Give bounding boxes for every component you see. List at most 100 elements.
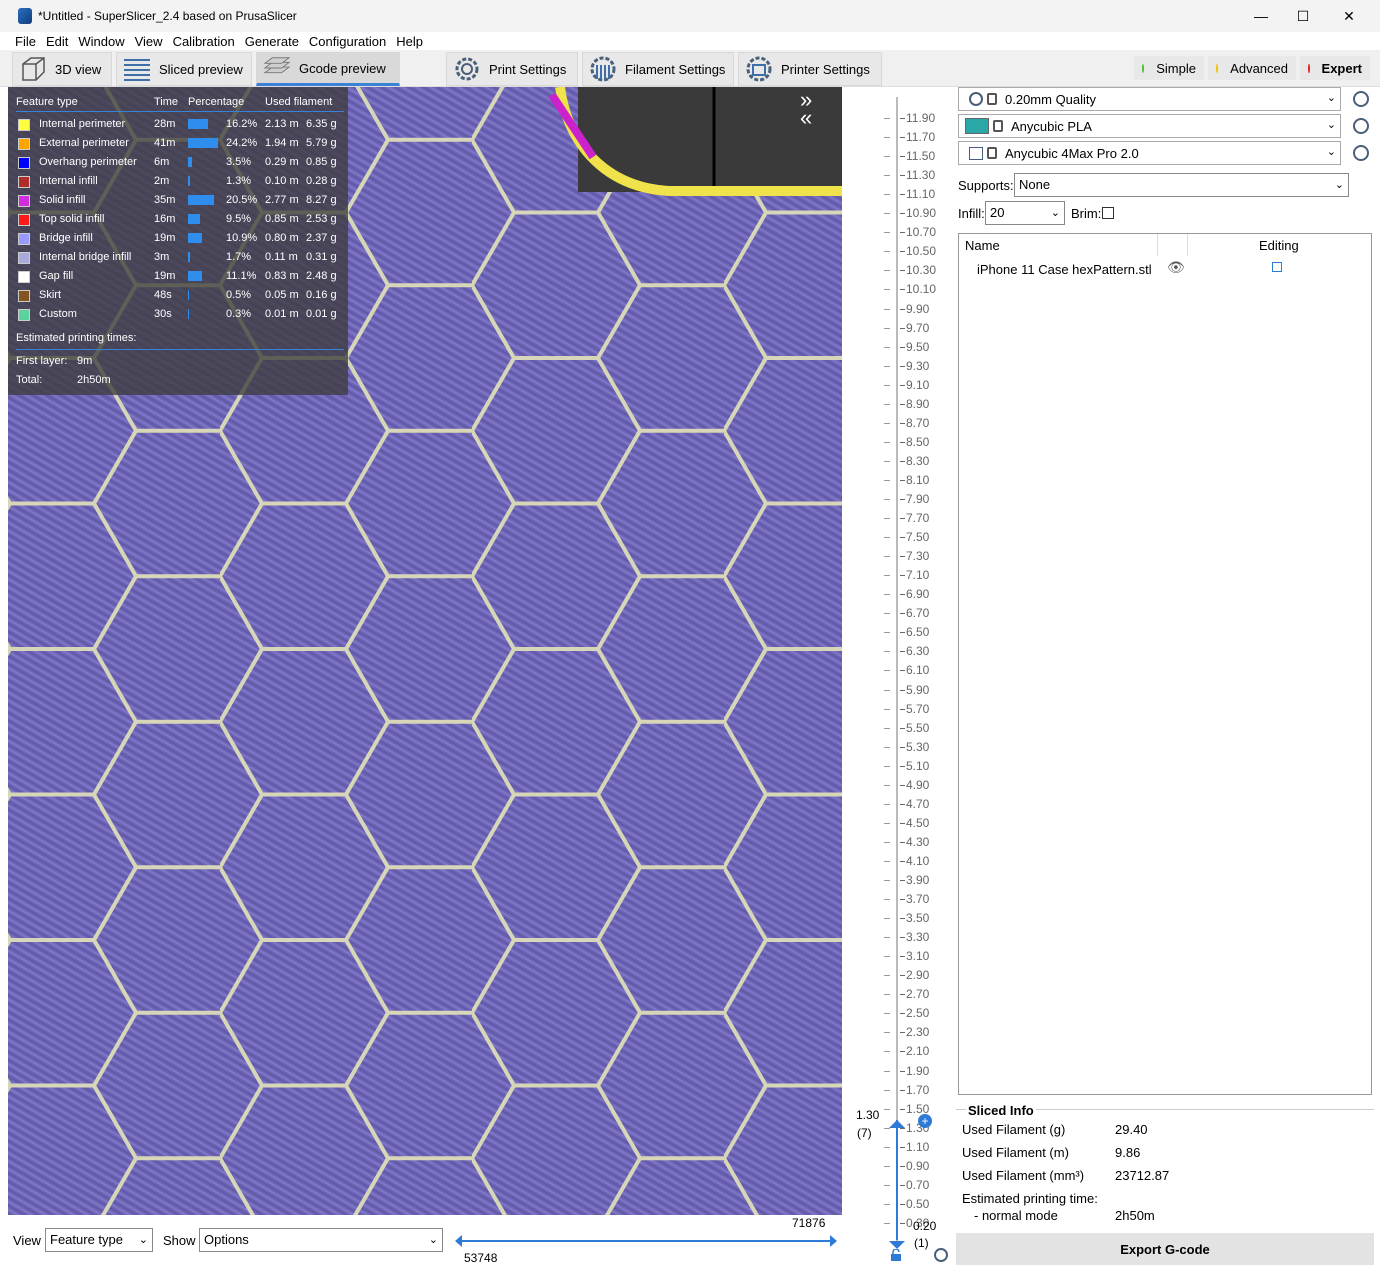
layer-tick (884, 423, 890, 424)
legend-row[interactable]: Internal bridge infill 3m 1.7% 0.11 m 0.31 g (16, 249, 346, 268)
legend-feature-name: Internal infill (39, 175, 98, 187)
infill-select[interactable]: 20 ⌄ (985, 201, 1065, 225)
layer-tick-mark (900, 1223, 905, 1224)
show-options-select[interactable]: Options ⌄ (199, 1228, 443, 1252)
tab-printer-settings[interactable]: Printer Settings (738, 52, 882, 86)
export-gcode-label: Export G-code (1120, 1241, 1210, 1257)
add-color-change-icon[interactable]: + (918, 1114, 932, 1128)
mode-advanced-button[interactable]: Advanced (1208, 56, 1296, 80)
layer-tick (884, 480, 890, 481)
tab-filament-settings[interactable]: Filament Settings (582, 52, 734, 86)
ruler-settings-gear-icon[interactable] (934, 1248, 948, 1262)
chevron-down-icon: ⌄ (1326, 119, 1336, 131)
lower-thumb[interactable] (889, 1237, 905, 1249)
legend-header: Feature type Time Percentage Used filame… (16, 96, 342, 108)
legend-row[interactable]: Internal infill 2m 1.3% 0.10 m 0.28 g (16, 173, 346, 192)
upper-thumb[interactable] (889, 1116, 905, 1128)
layer-tick-mark (900, 1147, 905, 1148)
legend-row[interactable]: Custom 30s 0.3% 0.01 m 0.01 g (16, 306, 346, 325)
layer-tick (884, 1128, 890, 1129)
filament-preset-select[interactable]: Anycubic PLA ⌄ (958, 114, 1341, 138)
legend-row[interactable]: Gap fill 19m 11.1% 0.83 m 2.48 g (16, 268, 346, 287)
filament-preset-settings-icon[interactable] (1353, 118, 1369, 134)
horizontal-move-slider[interactable] (454, 1231, 838, 1251)
layer-tick-mark (900, 1128, 905, 1129)
layer-height-label: 8.90 (906, 397, 930, 411)
filament-color-swatch[interactable] (965, 118, 989, 134)
maximize-icon[interactable]: ☐ (1280, 0, 1326, 32)
layer-tick-mark (900, 956, 905, 957)
tab-print-settings[interactable]: Print Settings (446, 52, 578, 86)
layer-height-label: 4.50 (906, 816, 930, 830)
print-preset-select[interactable]: 0.20mm Quality ⌄ (958, 87, 1341, 111)
edit-icon[interactable] (1272, 262, 1282, 272)
legend-meters: 0.11 m (265, 251, 298, 263)
legend-row[interactable]: Top solid infill 16m 9.5% 0.85 m 2.53 g (16, 211, 346, 230)
tab-gcode-preview[interactable]: Gcode preview (256, 52, 400, 86)
normal-mode-label: - normal mode (974, 1208, 1058, 1223)
legend-grams: 2.53 g (306, 213, 337, 225)
legend-row[interactable]: Bridge infill 19m 10.9% 0.80 m 2.37 g (16, 230, 346, 249)
collapse-sidebar-button[interactable]: » « (792, 87, 842, 137)
lock-icon (987, 93, 997, 105)
filament-spool-icon (589, 55, 617, 83)
layer-tick (884, 232, 890, 233)
menu-calibration[interactable]: Calibration (168, 34, 240, 49)
tab-printer-settings-label: Printer Settings (781, 61, 870, 77)
legend-row[interactable]: Solid infill 35m 20.5% 2.77 m 8.27 g (16, 192, 346, 211)
layer-tick (884, 785, 890, 786)
supports-select[interactable]: None ⌄ (1014, 173, 1349, 197)
move-slider-lower-value: 53748 (464, 1251, 498, 1265)
layer-height-label: 10.70 (906, 225, 937, 239)
layer-tick-mark (900, 899, 905, 900)
legend-swatch (18, 271, 30, 283)
menu-view[interactable]: View (130, 34, 168, 49)
lock-icon[interactable] (890, 1248, 902, 1261)
layer-tick (884, 956, 890, 957)
layer-tick (884, 632, 890, 633)
tab-3d-view[interactable]: 3D view (12, 52, 112, 86)
legend-swatch (18, 233, 30, 245)
mode-simple-button[interactable]: Simple (1134, 56, 1204, 80)
layer-tick (884, 194, 890, 195)
printer-preset-settings-icon[interactable] (1353, 145, 1369, 161)
legend-row[interactable]: Overhang perimeter 6m 3.5% 0.29 m 0.85 g (16, 154, 346, 173)
legend-meters: 0.10 m (265, 175, 299, 187)
chevron-down-icon: ⌄ (1326, 146, 1336, 158)
layer-tick (884, 670, 890, 671)
layer-tick-mark (900, 728, 905, 729)
tab-sliced-preview[interactable]: Sliced preview (116, 52, 252, 86)
minimize-icon[interactable]: — (1238, 0, 1284, 32)
layers-icon (123, 55, 151, 83)
layer-tick-mark (900, 747, 905, 748)
layer-tick-mark (900, 270, 905, 271)
layer-tick-mark (900, 1204, 905, 1205)
menu-window[interactable]: Window (73, 34, 129, 49)
layer-tick-mark (900, 442, 905, 443)
view-type-select[interactable]: Feature type ⌄ (45, 1228, 153, 1252)
printer-preset-select[interactable]: Anycubic 4Max Pro 2.0 ⌄ (958, 141, 1341, 165)
legend-row[interactable]: Skirt 48s 0.5% 0.05 m 0.16 g (16, 287, 346, 306)
tab-sliced-preview-label: Sliced preview (159, 61, 243, 77)
legend-grams: 0.16 g (306, 289, 337, 301)
object-row[interactable]: iPhone 11 Case hexPattern.stl 👁 (959, 256, 1371, 280)
layer-height-label: 6.50 (906, 625, 930, 639)
layer-slider[interactable]: 11.90 11.70 11.50 11.30 11.10 10.90 10.70 10.50… (842, 87, 950, 1274)
legend-time: 48s (154, 289, 172, 301)
legend-percentage-bar (188, 195, 214, 205)
layer-height-label: 4.30 (906, 835, 930, 849)
export-gcode-button[interactable]: Export G-code (956, 1233, 1374, 1265)
legend-row[interactable]: External perimeter 41m 24.2% 1.94 m 5.79 g (16, 135, 346, 154)
legend-row[interactable]: Internal perimeter 28m 16.2% 2.13 m 6.35 g (16, 116, 346, 135)
print-preset-settings-icon[interactable] (1353, 91, 1369, 107)
layer-tick (884, 137, 890, 138)
mode-expert-button[interactable]: Expert (1300, 56, 1370, 80)
menu-file[interactable]: File (10, 34, 41, 49)
menu-edit[interactable]: Edit (41, 34, 73, 49)
menu-configuration[interactable]: Configuration (304, 34, 391, 49)
menu-help[interactable]: Help (391, 34, 428, 49)
menu-generate[interactable]: Generate (240, 34, 304, 49)
close-icon[interactable]: ✕ (1326, 0, 1372, 32)
brim-checkbox[interactable] (1102, 207, 1114, 219)
eye-icon[interactable]: 👁 (1167, 259, 1185, 276)
